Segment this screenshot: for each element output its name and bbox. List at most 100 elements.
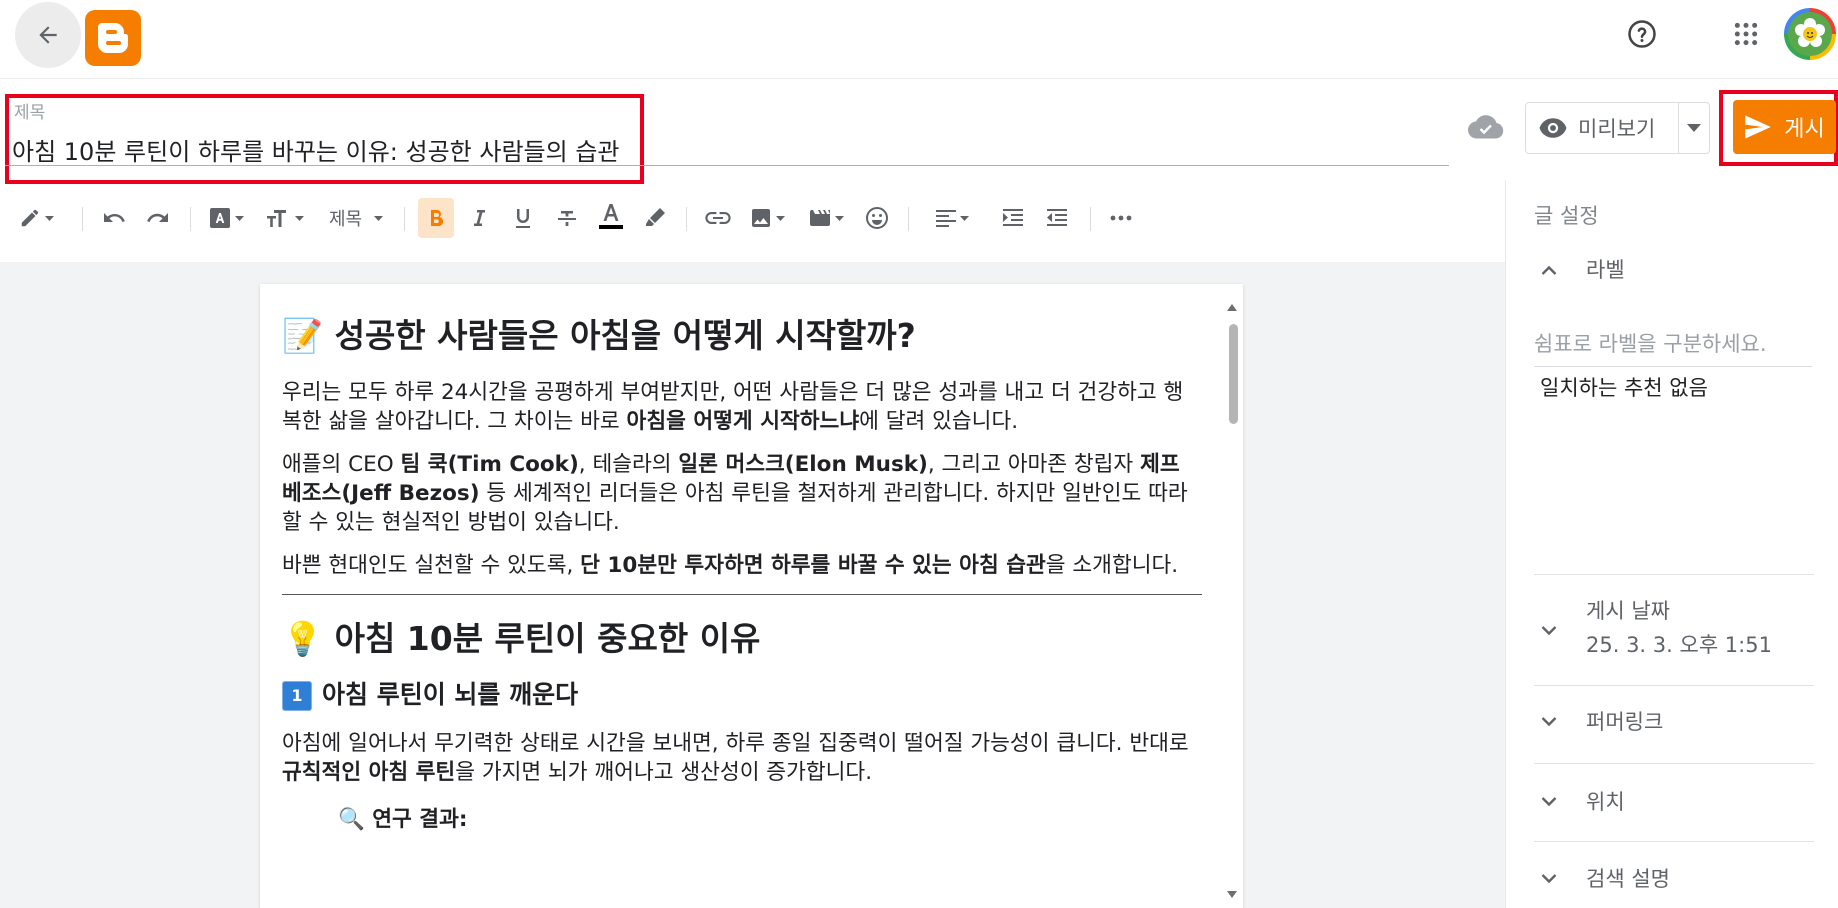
- preview-button[interactable]: 미리보기: [1526, 103, 1678, 153]
- text-size-icon: [267, 210, 286, 227]
- chevron-down-icon: [1541, 874, 1557, 884]
- bold-icon: [431, 210, 444, 227]
- indent-button[interactable]: [996, 198, 1030, 238]
- labels-title: 라벨: [1586, 258, 1625, 282]
- publish-date-section-toggle[interactable]: 게시 날짜 25. 3. 3. 오후 1:51: [1534, 596, 1814, 660]
- alignment-button[interactable]: [930, 198, 974, 238]
- link-icon: [705, 212, 731, 224]
- caret-down-icon: [374, 215, 384, 221]
- caret-down-icon: [776, 215, 785, 221]
- chevron-down-icon: [1541, 717, 1557, 727]
- highlighter-icon: [646, 208, 665, 226]
- caret-down-icon: [835, 215, 844, 221]
- content-heading-2: 💡 아침 10분 루틴이 중요한 이유: [282, 619, 761, 658]
- undo-icon: [104, 213, 125, 222]
- video-icon: [810, 210, 830, 226]
- editor-scrollbar[interactable]: [1221, 284, 1243, 908]
- content-paragraph-2: 애플의 CEO 팀 쿡(Tim Cook), 테슬라의 일론 머스크(Elon …: [282, 452, 1188, 535]
- italic-icon: [474, 210, 485, 226]
- title-input[interactable]: 아침 10분 루틴이 하루를 바꾸는 이유: 성공한 사람들의 습관: [12, 132, 620, 167]
- strikethrough-button[interactable]: [550, 198, 584, 238]
- bold-button[interactable]: [418, 198, 454, 238]
- back-button[interactable]: [15, 2, 81, 68]
- post-content[interactable]: 📝 성공한 사람들은 아침을 어떻게 시작할까? 우리는 모두 하루 24시간을…: [282, 304, 1202, 848]
- text-color-button[interactable]: [594, 196, 628, 236]
- redo-button[interactable]: [140, 198, 176, 238]
- preview-dropdown[interactable]: [1679, 124, 1709, 132]
- blogger-logo[interactable]: [85, 10, 141, 66]
- text-color-icon: [599, 204, 623, 229]
- location-section-toggle[interactable]: 위치: [1534, 787, 1814, 817]
- more-horizontal-icon: [1110, 215, 1132, 221]
- labels-input[interactable]: 쉼표로 라벨을 구분하세요.: [1534, 328, 1812, 367]
- cloud-saved-icon: [1467, 112, 1504, 144]
- redo-icon: [147, 213, 168, 222]
- title-label: 제목: [14, 103, 46, 123]
- scroll-up-icon: [1227, 304, 1237, 311]
- title-underline: [5, 165, 1449, 166]
- font-icon: [210, 208, 230, 228]
- content-paragraph-1: 우리는 모두 하루 24시간을 공평하게 부여받지만, 어떤 사람들은 더 많은…: [282, 380, 1184, 434]
- preview-button-group: 미리보기: [1525, 102, 1710, 154]
- preview-label: 미리보기: [1578, 117, 1656, 141]
- content-divider: [282, 594, 1202, 595]
- image-icon: [752, 209, 770, 227]
- more-options-button[interactable]: [1104, 198, 1138, 238]
- publish-date-value: 25. 3. 3. 오후 1:51: [1586, 633, 1772, 657]
- content-heading-3: 1 아침 루틴이 뇌를 깨운다: [282, 679, 1202, 711]
- highlight-color-button[interactable]: [638, 198, 672, 238]
- number-one-badge: 1: [282, 681, 312, 711]
- publish-button[interactable]: 게시: [1733, 100, 1836, 154]
- content-subheading: 🔍 연구 결과:: [338, 807, 468, 832]
- caret-down-icon: [295, 215, 304, 221]
- insert-image-button[interactable]: [746, 198, 788, 238]
- search-description-section-toggle[interactable]: 검색 설명: [1534, 864, 1814, 894]
- labels-no-suggestion: 일치하는 추천 없음: [1540, 376, 1708, 400]
- pencil-icon: [21, 209, 38, 227]
- chevron-up-icon: [1541, 265, 1557, 275]
- send-icon: [1745, 115, 1772, 139]
- labels-section-toggle[interactable]: 라벨: [1534, 255, 1814, 285]
- mode-pencil-button[interactable]: [14, 198, 58, 238]
- location-title: 위치: [1586, 790, 1625, 814]
- undo-button[interactable]: [96, 198, 132, 238]
- chevron-down-icon: [1541, 797, 1557, 807]
- font-family-button[interactable]: [206, 198, 246, 238]
- font-size-button[interactable]: [264, 198, 306, 238]
- arrow-left-icon: [39, 26, 57, 44]
- flower-icon: [1788, 12, 1832, 56]
- indent-increase-icon: [1003, 209, 1023, 226]
- scroll-down-icon: [1227, 891, 1237, 898]
- post-settings-heading: 글 설정: [1534, 204, 1599, 228]
- paragraph-format-label: 제목: [328, 209, 363, 230]
- publish-label: 게시: [1784, 117, 1825, 142]
- eye-icon: [1539, 118, 1567, 138]
- publish-date-title: 게시 날짜: [1586, 599, 1670, 623]
- caret-down-icon: [235, 215, 244, 221]
- paragraph-format-dropdown[interactable]: 제목: [324, 198, 388, 238]
- insert-link-button[interactable]: [700, 198, 736, 238]
- outdent-button[interactable]: [1040, 198, 1074, 238]
- insert-emoji-button[interactable]: [860, 198, 894, 238]
- italic-button[interactable]: [462, 198, 496, 238]
- underline-button[interactable]: [506, 198, 540, 238]
- caret-down-icon: [44, 215, 54, 221]
- post-editor-body[interactable]: 📝 성공한 사람들은 아침을 어떻게 시작할까? 우리는 모두 하루 24시간을…: [260, 284, 1243, 908]
- permalink-title: 퍼머링크: [1586, 710, 1664, 734]
- strikethrough-icon: [558, 211, 576, 226]
- caret-down-icon: [960, 215, 969, 221]
- content-heading-1: 📝 성공한 사람들은 아침을 어떻게 시작할까?: [282, 316, 916, 355]
- align-left-icon: [936, 210, 956, 227]
- editor-scroll-thumb[interactable]: [1229, 324, 1238, 424]
- help-icon[interactable]: [1622, 14, 1662, 54]
- insert-video-button[interactable]: [804, 198, 846, 238]
- top-bar: [0, 0, 1838, 79]
- content-paragraph-4: 아침에 일어나서 무기력한 상태로 시간을 보내면, 하루 종일 집중력이 떨어…: [282, 731, 1189, 785]
- content-paragraph-3: 바쁜 현대인도 실천할 수 있도록, 단 10분만 투자하면 하루를 바꿀 수 …: [282, 553, 1179, 578]
- underline-icon: [516, 209, 530, 228]
- search-description-title: 검색 설명: [1586, 867, 1670, 891]
- apps-grid-icon[interactable]: [1726, 14, 1766, 54]
- indent-decrease-icon: [1047, 209, 1067, 226]
- account-avatar[interactable]: [1784, 8, 1836, 60]
- permalink-section-toggle[interactable]: 퍼머링크: [1534, 707, 1814, 737]
